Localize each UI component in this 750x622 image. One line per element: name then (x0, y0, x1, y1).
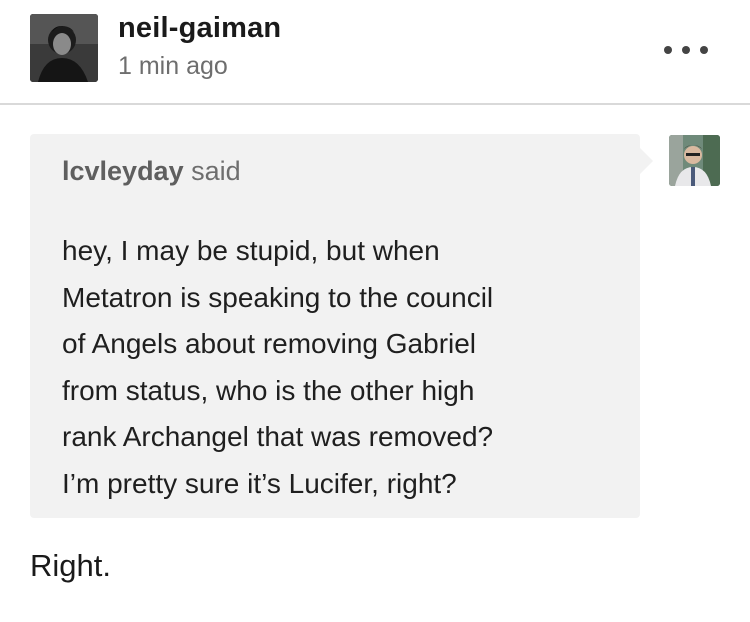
more-options-button[interactable] (664, 36, 708, 64)
blog-name[interactable]: neil-gaiman (118, 12, 281, 45)
question-line: from status, who is the other high (62, 374, 475, 406)
asker-avatar[interactable] (669, 135, 720, 186)
author-avatar[interactable] (30, 14, 98, 82)
question-line: rank Archangel that was removed? (62, 421, 494, 452)
question-line: Metatron is speaking to the council (62, 281, 494, 313)
asker-line: lcvleyday said (62, 156, 241, 187)
post-timestamp: 1 min ago (118, 52, 228, 80)
asker-name[interactable]: lcvleyday (62, 156, 184, 186)
ellipsis-icon-dot (700, 46, 708, 54)
said-label: said (183, 156, 241, 186)
ellipsis-icon (664, 46, 672, 54)
question-line: I’m pretty sure it’s Lucifer, right? (62, 467, 457, 499)
post-header: neil-gaiman 1 min ago (0, 0, 750, 104)
question-line: hey, I may be stupid, but when (62, 235, 440, 266)
header-divider (0, 103, 750, 105)
ellipsis-icon-dot (682, 46, 690, 54)
answer-text: Right. (30, 548, 111, 583)
question-bubble: lcvleyday said hey, I may be stupid, but… (30, 134, 653, 518)
question-line: of Angels about removing Gabriel (62, 328, 477, 359)
question-text: hey, I may be stupid, but when Metatron … (62, 228, 622, 507)
